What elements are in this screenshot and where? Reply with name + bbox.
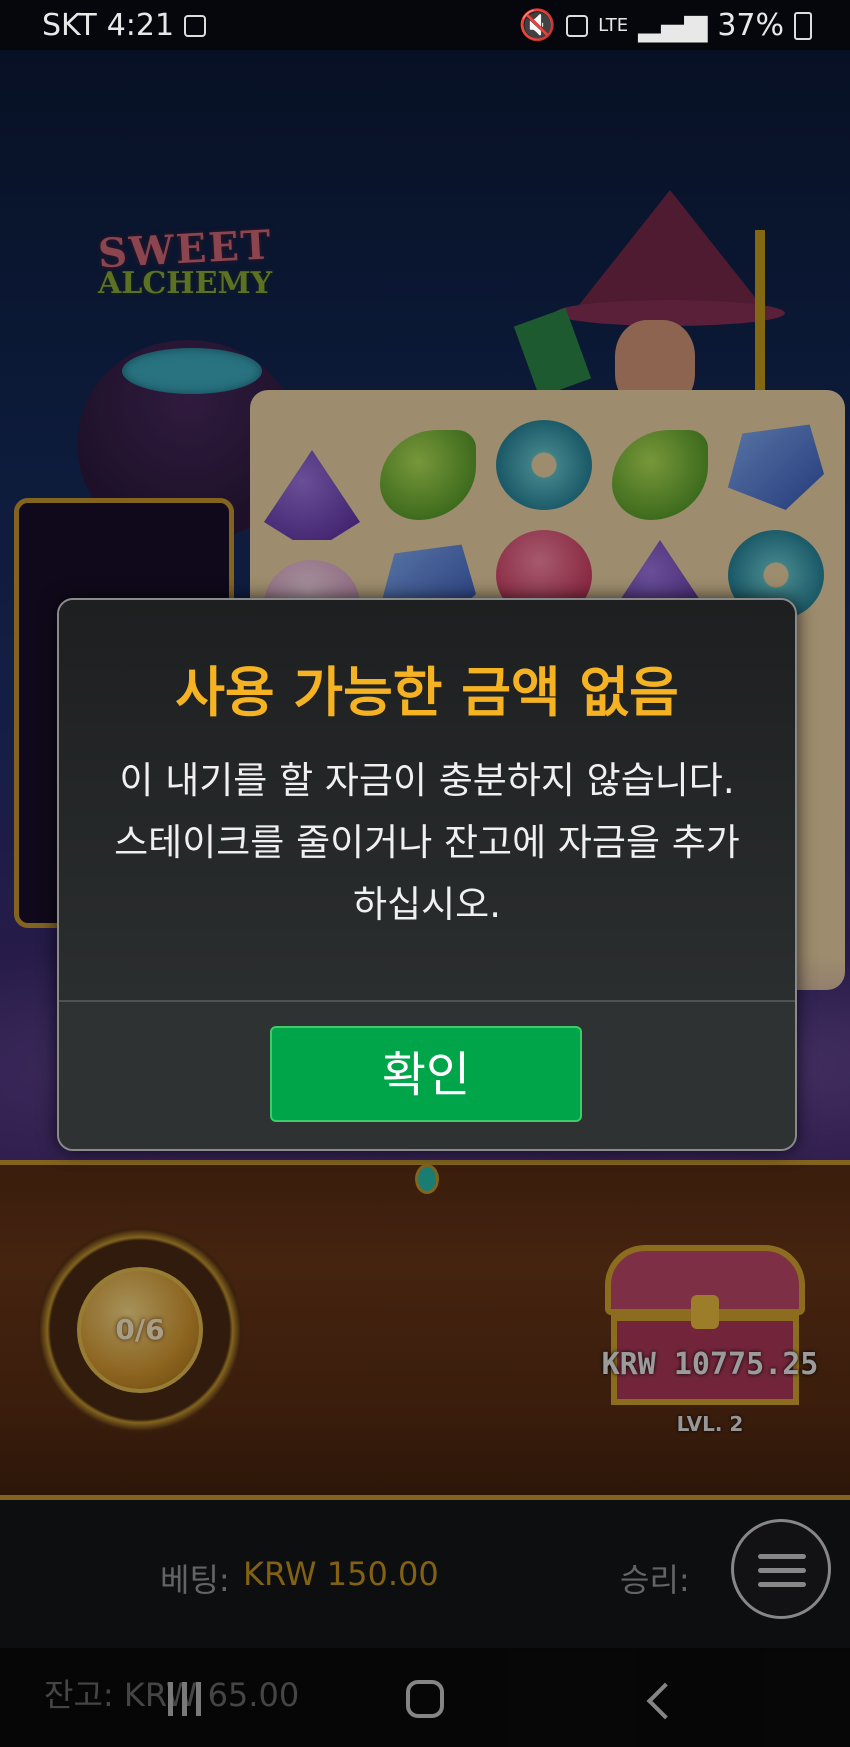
confirm-button[interactable]: 확인 (270, 1026, 582, 1122)
screen-record-icon (184, 14, 207, 37)
insufficient-funds-dialog: 사용 가능한 금액 없음 이 내기를 할 자금이 충분하지 않습니다. 스테이크… (57, 598, 797, 1151)
network-type: LTE (598, 15, 629, 36)
bet-label: 베팅: (160, 1561, 230, 1599)
gem-symbol (612, 430, 708, 520)
recent-apps-icon[interactable] (168, 1682, 206, 1716)
hamburger-icon (758, 1554, 806, 1559)
home-icon[interactable] (406, 1680, 444, 1718)
chest-amount: KRW 10775.25 (601, 1347, 819, 1382)
gem-symbol (496, 420, 592, 510)
chest-level: LVL. 2 (676, 1412, 744, 1436)
battery-percent: 37% (717, 8, 784, 43)
gem-symbol (264, 450, 360, 540)
bet-value[interactable]: KRW 150.00 (243, 1555, 439, 1593)
menu-button[interactable] (731, 1519, 831, 1619)
status-bar: SKT 4:21 🔇 LTE ▂▄▆ 37% (0, 0, 850, 50)
treasure-chest-icon (605, 1245, 805, 1415)
collect-meter-count: 0/6 (115, 1313, 165, 1346)
gem-symbol (728, 424, 824, 510)
win-label: 승리: (620, 1561, 690, 1599)
gem-symbol (380, 430, 476, 520)
game-logo: SWEET ALCHEMY (97, 221, 303, 345)
signal-icon: ▂▄▆ (638, 8, 708, 43)
dialog-title: 사용 가능한 금액 없음 (175, 661, 679, 724)
battery-icon (794, 11, 812, 40)
screen: SKT 4:21 🔇 LTE ▂▄▆ 37% SWEET ALCHEMY 0/6… (0, 0, 850, 1747)
clock: 4:21 (106, 8, 175, 43)
carrier-label: SKT (42, 8, 97, 43)
mute-icon: 🔇 (518, 8, 557, 43)
ornament-icon (395, 1160, 455, 1200)
collect-meter: 0/6 (25, 1215, 255, 1445)
alarm-icon (566, 14, 589, 37)
dialog-message: 이 내기를 할 자금이 충분하지 않습니다. 스테이크를 줄이거나 잔고에 자금… (114, 759, 740, 926)
